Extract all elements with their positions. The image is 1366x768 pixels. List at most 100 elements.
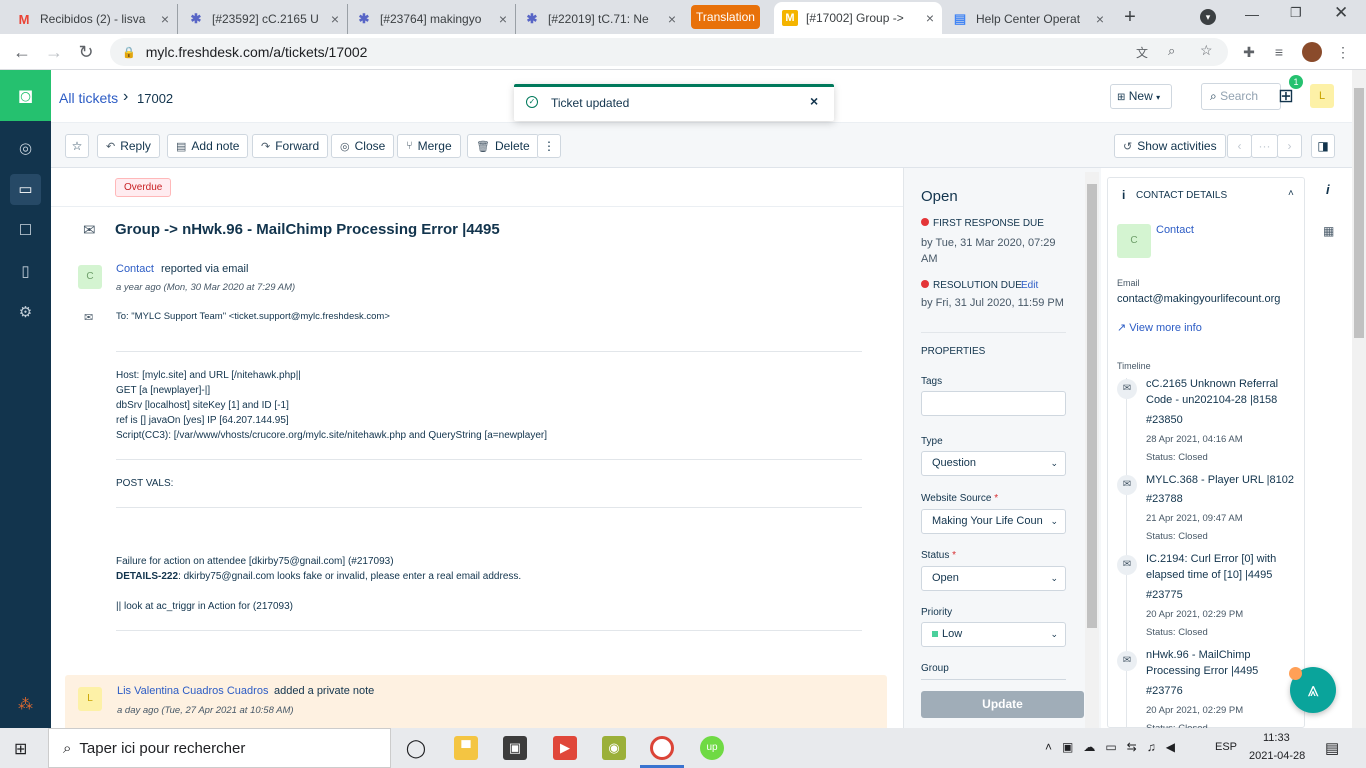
chrome-icon[interactable] — [650, 736, 674, 760]
browser-tab-gmail[interactable]: M Recibidos (2) - lisva × — [8, 4, 178, 34]
calendar-icon[interactable]: ▦ — [1323, 224, 1334, 238]
timeline-ticket-title[interactable]: nHwk.96 - MailChimp Processing Error |44… — [1146, 647, 1264, 679]
priority-select[interactable]: Low ⌄ — [921, 622, 1066, 647]
taskbar-search-box[interactable]: ⌕ Taper ici pour rechercher — [48, 728, 391, 768]
forward-arrow-icon[interactable]: → — [42, 40, 66, 64]
dashboard-icon[interactable]: ◎ — [10, 133, 41, 164]
freshdesk-logo[interactable]: ◙ — [0, 70, 51, 121]
tab-search-icon[interactable]: ▾ — [1200, 9, 1216, 25]
timeline-ticket-title[interactable]: cC.2165 Unknown Referral Code - un202104… — [1146, 376, 1296, 408]
extensions-puzzle-icon[interactable]: ✚ — [1240, 44, 1258, 62]
clock-date[interactable]: 2021-04-28 — [1249, 750, 1305, 762]
app-green-icon[interactable]: ◉ — [602, 736, 626, 760]
close-tab-icon[interactable]: × — [331, 11, 339, 27]
app-red-icon[interactable]: ▶ — [553, 736, 577, 760]
delete-button[interactable]: 🗑 Delete — [467, 134, 539, 158]
star-button[interactable]: ☆ — [65, 134, 89, 158]
tab-group-translation[interactable]: Translation — [691, 5, 760, 29]
search-icon: ⌕ — [63, 739, 72, 757]
timeline-ticket-title[interactable]: MYLC.368 - Player URL |8102 — [1146, 472, 1296, 488]
forward-button[interactable]: ↷ Forward — [252, 134, 329, 158]
clock-time[interactable]: 11:33 — [1263, 732, 1290, 744]
toast-close-button[interactable]: × — [810, 93, 818, 109]
file-explorer-icon[interactable]: ▀ — [454, 736, 478, 760]
reply-button[interactable]: ↶ Reply — [97, 134, 160, 158]
language-indicator[interactable]: ESP — [1215, 741, 1237, 753]
timeline-ticket-title[interactable]: IC.2194: Curl Error [0] with elapsed tim… — [1146, 551, 1296, 583]
zoom-icon[interactable]: ⌕ — [1168, 43, 1175, 59]
contacts-icon[interactable]: ☐ — [10, 215, 41, 246]
merge-button[interactable]: ⑂ Merge — [397, 134, 461, 158]
apps-grid-icon[interactable]: ⁂ — [10, 689, 41, 720]
close-tab-icon[interactable]: × — [161, 11, 169, 27]
minimize-icon[interactable]: — — [1245, 6, 1259, 22]
window-scrollbar[interactable] — [1352, 70, 1366, 728]
new-tab-button[interactable]: + — [1120, 6, 1140, 29]
type-select[interactable]: Question ⌄ — [921, 451, 1066, 476]
website-source-select[interactable]: Making Your Life Coun ⌄ — [921, 509, 1066, 534]
next-ticket-button[interactable]: › — [1277, 134, 1302, 158]
info-icon[interactable]: i — [1326, 182, 1330, 197]
toggle-sidebar-button[interactable]: ◨ — [1311, 134, 1335, 158]
chrome-menu-icon[interactable]: ⋮ — [1334, 44, 1352, 62]
profile-avatar[interactable] — [1302, 42, 1322, 62]
edit-resolution-link[interactable]: Edit — [1021, 280, 1038, 291]
close-tab-icon[interactable]: × — [668, 11, 676, 27]
prev-ticket-button[interactable]: ‹ — [1227, 134, 1252, 158]
status-select[interactable]: Open ⌄ — [921, 566, 1066, 591]
note-author-link[interactable]: Lis Valentina Cuadros Cuadros — [117, 685, 268, 697]
view-more-info-link[interactable]: ↗ View more info — [1117, 321, 1202, 334]
gift-icon[interactable]: ⊞ — [1278, 85, 1294, 108]
reload-icon[interactable]: ↻ — [74, 40, 98, 64]
restore-icon[interactable]: ❐ — [1290, 5, 1302, 21]
browser-tab-help-center[interactable]: ▤ Help Center Operat × — [944, 4, 1112, 34]
browser-tab-22019[interactable]: ✱ [#22019] tC.71: Ne × — [516, 4, 684, 34]
browser-tab-bar: M Recibidos (2) - lisva × ✱ [#23592] cC.… — [0, 0, 1366, 34]
close-tab-icon[interactable]: × — [499, 11, 507, 27]
ticket-list-button[interactable]: ··· — [1251, 134, 1278, 158]
browser-tab-17002-active[interactable]: M [#17002] Group -> × — [774, 2, 942, 34]
group-select[interactable] — [921, 679, 1066, 689]
url-text: mylc.freshdesk.com/a/tickets/17002 — [145, 44, 368, 60]
update-button[interactable]: Update — [921, 691, 1084, 718]
show-activities-button[interactable]: ↺ Show activities — [1114, 134, 1226, 158]
contact-details-panel: i CONTACT DETAILS ˄ C Contact Email cont… — [1107, 177, 1305, 738]
body-line: dbSrv [localhost] siteKey [1] and ID [-1… — [116, 400, 289, 411]
browser-tab-23592[interactable]: ✱ [#23592] cC.2165 U × — [180, 4, 348, 34]
close-ticket-button[interactable]: ◎ Close — [331, 134, 395, 158]
properties-scrollbar[interactable] — [1085, 172, 1099, 728]
tags-input[interactable] — [921, 391, 1066, 416]
task-view-icon[interactable]: ◯ — [404, 736, 428, 760]
reading-list-icon[interactable]: ≡ — [1270, 44, 1288, 62]
collapse-chevron-icon[interactable]: ˄ — [1288, 188, 1294, 199]
back-arrow-icon[interactable]: ← — [10, 40, 34, 64]
agent-avatar[interactable]: L — [1310, 84, 1334, 108]
browser-tab-23764[interactable]: ✱ [#23764] makingyo × — [348, 4, 516, 34]
more-actions-button[interactable]: ⋮ — [537, 134, 561, 158]
breadcrumb-all-tickets[interactable]: All tickets — [59, 90, 118, 106]
translate-icon[interactable]: 文 — [1136, 44, 1148, 61]
add-note-button[interactable]: ▤ Add note — [167, 134, 249, 158]
close-tab-icon[interactable]: × — [926, 10, 934, 26]
scrollbar-thumb[interactable] — [1087, 184, 1097, 628]
windows-start-icon[interactable]: ⊞ — [14, 739, 27, 759]
requester-link[interactable]: Contact — [116, 263, 154, 275]
close-tab-icon[interactable]: × — [1096, 11, 1104, 27]
store-icon[interactable]: ▣ — [503, 736, 527, 760]
contact-name-link[interactable]: Contact — [1156, 224, 1194, 236]
new-button[interactable]: ⊞ New ▾ — [1110, 84, 1172, 109]
timeline-mail-icon: ✉ — [1117, 651, 1137, 671]
timeline-date: 28 Apr 2021, 04:16 AM — [1146, 434, 1243, 445]
check-circle-icon: ◎ — [340, 140, 350, 153]
bookmark-star-icon[interactable]: ☆ — [1200, 42, 1213, 59]
tickets-icon[interactable]: ▭ — [10, 174, 41, 205]
close-window-icon[interactable]: ✕ — [1334, 3, 1348, 23]
notifications-icon[interactable]: ▤ — [1325, 739, 1339, 757]
url-omnibox[interactable]: 🔒 mylc.freshdesk.com/a/tickets/17002 文 ⌕… — [110, 38, 1228, 66]
upwork-icon[interactable]: up — [700, 736, 724, 760]
search-button[interactable]: ⌕ Search — [1201, 83, 1281, 110]
system-tray-icons[interactable]: ˄▣☁▭⇆♫◀ — [1045, 740, 1185, 754]
scrollbar-thumb[interactable] — [1354, 88, 1364, 338]
knowledge-base-icon[interactable]: ▯ — [10, 256, 41, 287]
admin-gear-icon[interactable]: ⚙ — [10, 297, 41, 328]
